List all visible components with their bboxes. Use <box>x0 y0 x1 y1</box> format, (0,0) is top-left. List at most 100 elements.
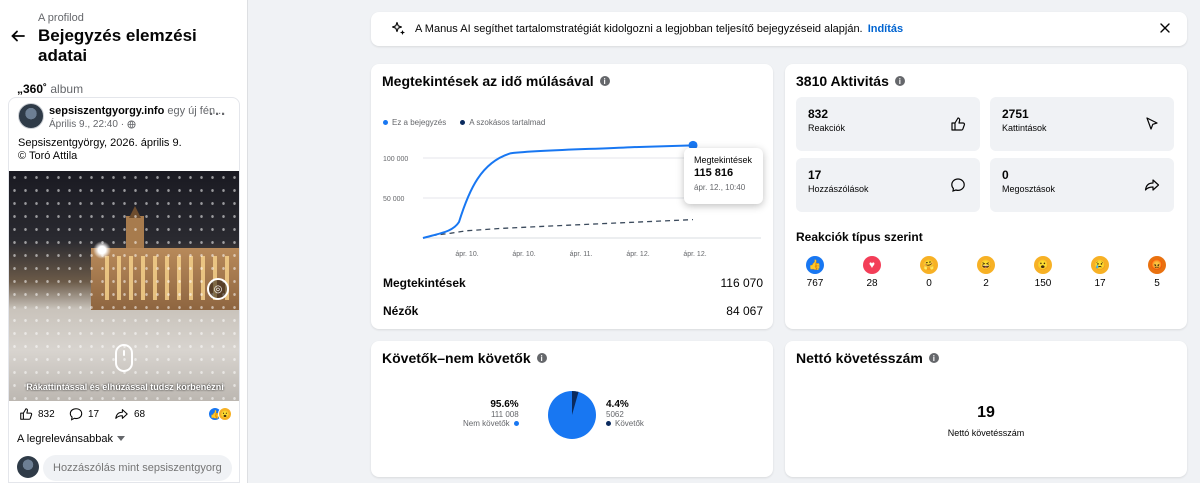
non-followers-count: 111 008 <box>490 410 519 419</box>
close-icon[interactable] <box>1159 22 1171 34</box>
love-reaction-icon: ♥ <box>863 256 881 274</box>
views-stat-value: 116 070 <box>720 276 764 290</box>
haha-reaction-icon: 😆 <box>977 256 995 274</box>
post-author[interactable]: sepsiszentgyorgy.info egy új fén... <box>49 105 224 117</box>
share-icon <box>115 409 128 419</box>
reaction-love: ♥ 28 <box>857 256 887 289</box>
comments-label: Hozzászólások <box>808 184 869 194</box>
author-name[interactable]: sepsiszentgyorgy.info <box>49 105 164 117</box>
info-icon[interactable]: i <box>894 76 905 86</box>
reaction-count: 767 <box>806 278 824 289</box>
caption-credit: © Toró Attila <box>18 150 78 162</box>
sad-reaction-icon: 😢 <box>1091 256 1109 274</box>
shares-count: 68 <box>134 408 146 420</box>
followers-legend: Követők <box>606 419 644 428</box>
caret-down-icon <box>117 436 126 441</box>
non-followers-legend: Nem követők <box>463 419 519 428</box>
wow-reaction-icon: 😮 <box>218 407 232 421</box>
reactions-by-type-title: Reakciók típus szerint <box>796 230 923 244</box>
comment-icon <box>69 408 83 421</box>
activity-card: 3810 Aktivitás i 832 Reakciók 2751 Katti… <box>785 64 1187 329</box>
x-tick-label: ápr. 11. <box>570 251 593 258</box>
post-meta: Április 9., 22:40 · <box>49 119 136 130</box>
comment-sort-dropdown[interactable]: A legrelevánsabbak <box>17 433 126 445</box>
legend-this-dot <box>383 120 388 126</box>
comment-count-button[interactable]: 17 <box>69 407 99 421</box>
net-title-text: Nettó követésszám <box>796 350 923 366</box>
album-label[interactable]: „360˚ album <box>17 82 83 96</box>
angry-reaction-icon: 😡 <box>1148 256 1166 274</box>
back-arrow-icon[interactable] <box>10 28 26 44</box>
views-card-title: Megtekintések az idő múlásával i <box>382 73 610 89</box>
reaction-haha: 😆 2 <box>971 256 1001 289</box>
shares-value: 0 <box>1002 168 1009 182</box>
care-reaction-icon: 🤗 <box>920 256 938 274</box>
reaction-count: 5 <box>1154 278 1160 289</box>
share-icon <box>1144 179 1160 191</box>
reactions-value: 832 <box>808 107 829 121</box>
tooltip-title: Megtekintések <box>694 155 753 165</box>
reaction-sad: 😢 17 <box>1085 256 1115 289</box>
clicks-box[interactable]: 2751 Kattintások <box>990 97 1174 151</box>
followers-label: Követők <box>615 419 644 428</box>
activity-title-text: 3810 Aktivitás <box>796 73 889 89</box>
followers-percent: 4.4% <box>606 399 629 410</box>
share-count-button[interactable]: 68 <box>114 407 145 421</box>
activity-card-title: 3810 Aktivitás i <box>796 73 905 89</box>
views-stat-label: Megtekintések <box>383 276 466 290</box>
reaction-angry: 😡 5 <box>1142 256 1172 289</box>
banner-start-link[interactable]: Indítás <box>868 23 903 35</box>
more-options-icon[interactable]: ··· <box>209 106 227 123</box>
post-date[interactable]: Április 9., 22:40 · <box>49 119 124 130</box>
net-follows-value: 19 <box>977 404 995 421</box>
series-this-line <box>422 144 694 239</box>
legend-usual-dot <box>460 120 466 126</box>
net-follows-label: Nettó követésszám <box>947 428 1025 438</box>
legend-this-label: Ez a bejegyzés <box>392 118 447 127</box>
panorama-photo[interactable]: ◎ Rákattintással és elhúzással tudsz kör… <box>9 171 239 401</box>
mouse-icon <box>115 344 133 372</box>
banner-message: A Manus AI segíthet tartalomstratégiát k… <box>415 23 863 35</box>
info-icon[interactable]: i <box>928 353 939 363</box>
album-suffix: album <box>50 82 84 96</box>
net-card-title: Nettó követésszám i <box>796 350 939 366</box>
panorama-360-icon[interactable]: ◎ <box>207 278 229 300</box>
like-count-button[interactable]: 832 <box>19 407 55 421</box>
info-icon[interactable]: i <box>536 353 547 363</box>
chart-tooltip: Megtekintések 115 816 ápr. 12., 10:40 <box>684 148 763 204</box>
comment-input[interactable] <box>43 455 232 481</box>
net-follows-card: Nettó követésszám i 19 Nettó követésszám <box>785 341 1187 477</box>
info-icon[interactable]: i <box>599 76 610 86</box>
back-link[interactable]: A profilod <box>38 12 84 24</box>
clicks-label: Kattintások <box>1002 123 1047 133</box>
reactions-box[interactable]: 832 Reakciók <box>796 97 980 151</box>
post-caption: Sepsiszentgyörgy, 2026. április 9. © Tor… <box>18 137 182 163</box>
reaction-summary[interactable]: 👍 😮 <box>208 407 232 421</box>
views-over-time-card: Megtekintések az idő múlásával i Ez a be… <box>371 64 773 329</box>
commenter-avatar <box>17 456 39 478</box>
clicks-value: 2751 <box>1002 107 1029 121</box>
non-followers-dot <box>513 421 519 426</box>
views-title-text: Megtekintések az idő múlásával <box>382 73 594 89</box>
viewers-stat-label: Nézők <box>383 304 419 318</box>
wow-reaction-icon: 😮 <box>1034 256 1052 274</box>
legend-this-post: Ez a bejegyzés <box>383 118 446 127</box>
author-avatar[interactable] <box>18 103 44 129</box>
non-followers-label: Nem követők <box>463 419 510 428</box>
shares-box[interactable]: 0 Megosztások <box>990 158 1174 212</box>
followers-pie-chart[interactable] <box>547 390 597 440</box>
viewers-stat-value: 84 067 <box>726 304 763 318</box>
reaction-count: 2 <box>983 278 989 289</box>
reaction-care: 🤗 0 <box>914 256 944 289</box>
viewers-stat-row: Nézők 84 067 <box>383 304 763 318</box>
panorama-hint: Rákattintással és elhúzással tudsz körbe… <box>26 382 224 392</box>
comments-box[interactable]: 17 Hozzászólások <box>796 158 980 212</box>
reaction-count: 150 <box>1034 278 1052 289</box>
y-tick-label: 50 000 <box>383 196 405 203</box>
thumbs-up-icon <box>951 117 966 131</box>
like-icon <box>20 408 33 420</box>
reaction-count: 17 <box>1094 278 1106 289</box>
caption-line: Sepsiszentgyörgy, 2026. április 9. <box>18 137 182 149</box>
page-title: Bejegyzés elemzési adatai <box>38 26 197 65</box>
followers-stat: 4.4% 5062 Követők <box>606 399 644 428</box>
